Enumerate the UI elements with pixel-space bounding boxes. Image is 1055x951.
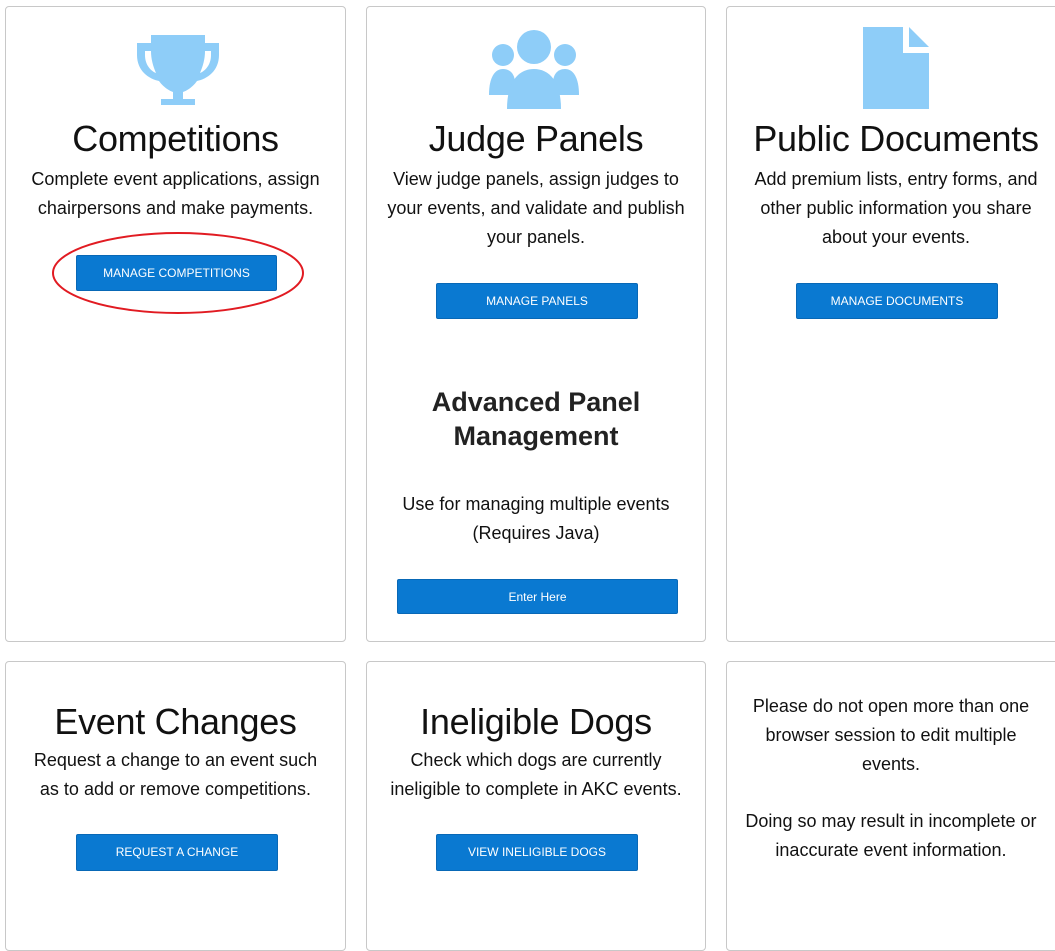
judge-panels-description: View judge panels, assign judges to your… [367,165,705,252]
manage-competitions-button[interactable]: MANAGE COMPETITIONS [76,255,277,291]
description-line: (Requires Java) [472,523,600,543]
advanced-panel-management-title: Advanced Panel Management [367,385,705,453]
description-line: your panels. [486,227,586,247]
description-line: other public information you share [760,198,1032,218]
manage-documents-button[interactable]: MANAGE DOCUMENTS [796,283,998,319]
advanced-panel-description: Use for managing multiple events (Requir… [367,490,705,548]
manage-panels-button[interactable]: MANAGE PANELS [436,283,638,319]
description-line: Request a change to an event such [33,750,318,770]
judge-panels-card: Judge Panels View judge panels, assign j… [366,6,706,642]
description-line: Add premium lists, entry forms, and [754,169,1038,189]
subtitle-line: Management [453,421,619,451]
notice-text: Please do not open more than one browser… [727,692,1055,865]
event-changes-description: Request a change to an event such as to … [6,746,345,804]
notice-spacer [727,779,1055,807]
trophy-icon [137,35,219,105]
description-line: Check which dogs are currently [410,750,662,770]
description-line: Use for managing multiple events [402,494,670,514]
competitions-card: Competitions Complete event applications… [5,6,346,642]
request-a-change-button[interactable]: REQUEST A CHANGE [76,834,278,871]
users-icon [489,30,579,109]
public-documents-description: Add premium lists, entry forms, and othe… [727,165,1055,252]
description-line: about your events. [821,227,971,247]
event-changes-title: Event Changes [54,701,297,742]
description-line: chairpersons and make payments. [37,198,314,218]
subtitle-line: Advanced Panel [431,387,641,417]
notice-line: browser session to edit multiple [765,725,1017,745]
description-line: View judge panels, assign judges to [393,169,679,189]
event-changes-card: Event Changes Request a change to an eve… [5,661,346,951]
notice-line: events. [861,754,921,774]
notice-line: Doing so may result in incomplete or [745,811,1037,831]
competitions-title: Competitions [72,118,279,159]
description-line: as to add or remove competitions. [39,779,312,799]
description-line: Complete event applications, assign [31,169,320,189]
public-documents-card: Public Documents Add premium lists, entr… [726,6,1055,642]
ineligible-dogs-card: Ineligible Dogs Check which dogs are cur… [366,661,706,951]
competitions-description: Complete event applications, assign chai… [6,165,345,223]
notice-line: inaccurate event information. [775,840,1007,860]
document-icon [863,27,929,109]
notice-card: Please do not open more than one browser… [726,661,1055,951]
enter-here-button[interactable]: Enter Here [397,579,678,614]
notice-line: Please do not open more than one [752,696,1030,716]
ineligible-dogs-title: Ineligible Dogs [420,701,652,742]
description-line: your events, and validate and publish [387,198,685,218]
view-ineligible-dogs-button[interactable]: VIEW INELIGIBLE DOGS [436,834,638,871]
description-line: ineligible to complete in AKC events. [390,779,682,799]
public-documents-title: Public Documents [753,118,1039,159]
ineligible-dogs-description: Check which dogs are currently ineligibl… [367,746,705,804]
judge-panels-title: Judge Panels [428,118,644,159]
